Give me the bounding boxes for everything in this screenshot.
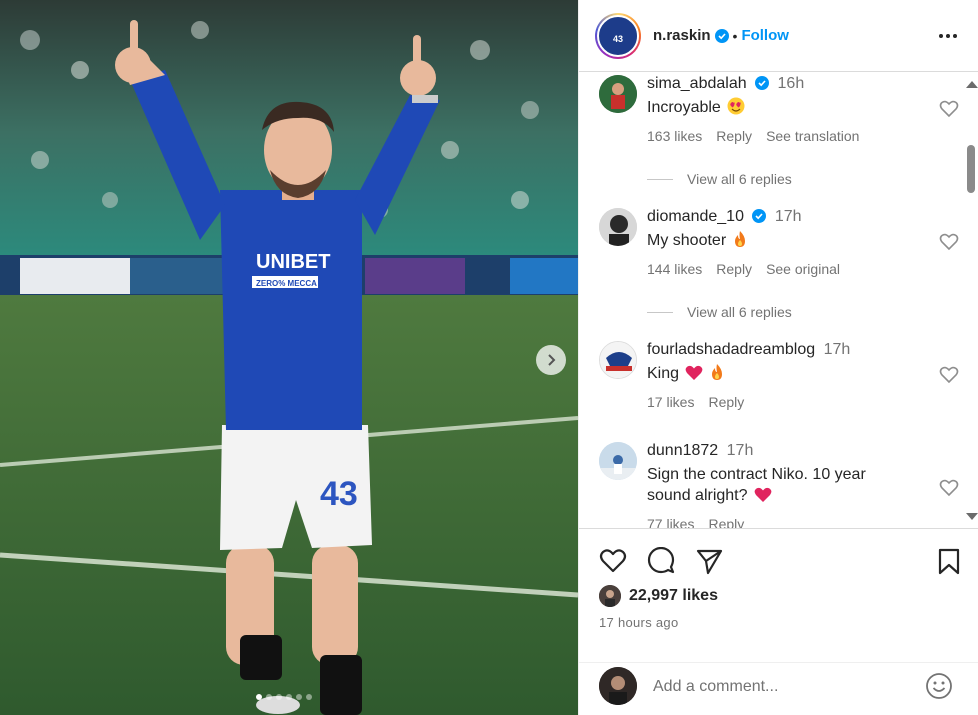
carousel-dot[interactable] <box>296 694 302 700</box>
like-comment-heart-icon[interactable] <box>939 365 959 385</box>
comment-username[interactable]: fourladshadadreamblog <box>647 341 815 358</box>
author-username[interactable]: n.raskin <box>653 27 711 44</box>
carousel-dot[interactable] <box>286 694 292 700</box>
carousel-next-button[interactable] <box>536 345 566 375</box>
comment-username[interactable]: diomande_10 <box>647 208 744 225</box>
share-send-icon[interactable] <box>695 547 723 575</box>
save-bookmark-icon[interactable] <box>935 547 963 575</box>
scrollbar-thumb[interactable] <box>967 145 975 193</box>
comment-time: 17h <box>774 208 802 225</box>
carousel-dot[interactable] <box>306 694 312 700</box>
comment-likes[interactable]: 144 likes <box>647 261 702 277</box>
comment-bubble-icon[interactable] <box>647 547 675 575</box>
post-timestamp: 17 hours ago <box>599 615 679 630</box>
verified-badge-icon <box>714 28 729 43</box>
reply-button[interactable]: Reply <box>716 128 752 144</box>
red-heart-emoji-icon <box>686 365 703 380</box>
jersey-sub-text: ZERO% MECCA <box>256 279 317 288</box>
verified-badge-icon <box>752 209 767 223</box>
author-avatar[interactable]: 43 <box>595 12 641 59</box>
comment-likes[interactable]: 163 likes <box>647 128 702 144</box>
view-replies-button[interactable]: View all 6 replies <box>647 304 792 320</box>
commenter-avatar[interactable] <box>599 208 637 246</box>
carousel-dot[interactable] <box>266 694 272 700</box>
commenter-avatar[interactable] <box>599 341 637 379</box>
header-separator: • <box>732 27 738 44</box>
view-replies-label: View all 6 replies <box>687 304 792 320</box>
add-comment-input[interactable] <box>653 675 913 699</box>
like-comment-heart-icon[interactable] <box>939 232 959 252</box>
like-heart-icon[interactable] <box>599 547 627 575</box>
carousel-dots <box>256 694 312 700</box>
view-replies-button[interactable]: View all 6 replies <box>647 171 792 187</box>
fire-emoji-icon <box>734 231 745 247</box>
comment-username[interactable]: dunn1872 <box>647 442 718 459</box>
comment-likes[interactable]: 17 likes <box>647 394 694 410</box>
follow-button[interactable]: Follow <box>741 27 789 44</box>
scroll-down-arrow-icon[interactable] <box>966 513 978 520</box>
likes-count[interactable]: 22,997 likes <box>629 587 718 605</box>
add-comment-row <box>579 662 978 715</box>
comment-likes[interactable]: 77 likes <box>647 516 694 528</box>
comment-text-line1: Sign the contract Niko. 10 year <box>647 466 866 483</box>
shorts-number: 43 <box>320 475 358 513</box>
liker-avatar <box>599 585 621 607</box>
see-translation-button[interactable]: See translation <box>766 128 859 144</box>
comment-text: My shooter <box>647 232 727 249</box>
more-options-icon[interactable] <box>938 26 958 46</box>
post-sidebar: 43 n.raskin • Follow sima_abdalah 16h In… <box>578 0 978 715</box>
comments-list: sima_abdalah 16h Incroyable 163 likes Rep… <box>579 73 978 528</box>
comment-time: 16h <box>777 75 805 92</box>
post-header: 43 n.raskin • Follow <box>579 0 978 72</box>
like-comment-heart-icon[interactable] <box>939 478 959 498</box>
post-photo: 43 UNIBET ZERO% MECCA <box>0 0 578 715</box>
carousel-dot[interactable] <box>276 694 282 700</box>
fire-emoji-icon <box>711 364 722 380</box>
heart-eyes-emoji-icon <box>727 97 745 115</box>
avatar-number: 43 <box>612 33 623 44</box>
jersey-sponsor-text: UNIBET <box>256 251 330 273</box>
commenter-avatar[interactable] <box>599 442 637 480</box>
verified-badge-icon <box>755 76 770 90</box>
view-replies-label: View all 6 replies <box>687 171 792 187</box>
replies-divider <box>647 311 673 313</box>
red-heart-emoji-icon <box>754 487 772 502</box>
emoji-picker-icon[interactable] <box>925 672 953 700</box>
current-user-avatar <box>599 667 637 705</box>
comments-scrollbar[interactable] <box>962 73 978 528</box>
comment-username[interactable]: sima_abdalah <box>647 75 747 92</box>
comment-text-line2: sound alright? <box>647 487 748 504</box>
comment-time: 17h <box>726 442 754 459</box>
post-media: 43 UNIBET ZERO% MECCA <box>0 0 578 715</box>
reply-button[interactable]: Reply <box>716 261 752 277</box>
likes-summary[interactable]: 22,997 likes <box>599 585 718 607</box>
scroll-up-arrow-icon[interactable] <box>966 81 978 88</box>
see-original-button[interactable]: See original <box>766 261 840 277</box>
comment-text: Incroyable <box>647 99 721 116</box>
post-actions: 22,997 likes 17 hours ago <box>579 528 978 715</box>
like-comment-heart-icon[interactable] <box>939 99 959 119</box>
comment-text: King <box>647 365 680 382</box>
carousel-dot[interactable] <box>256 694 262 700</box>
reply-button[interactable]: Reply <box>708 516 744 528</box>
commenter-avatar[interactable] <box>599 75 637 113</box>
chevron-right-icon <box>548 354 556 366</box>
comment-time: 17h <box>823 341 851 358</box>
reply-button[interactable]: Reply <box>708 394 744 410</box>
replies-divider <box>647 178 673 180</box>
